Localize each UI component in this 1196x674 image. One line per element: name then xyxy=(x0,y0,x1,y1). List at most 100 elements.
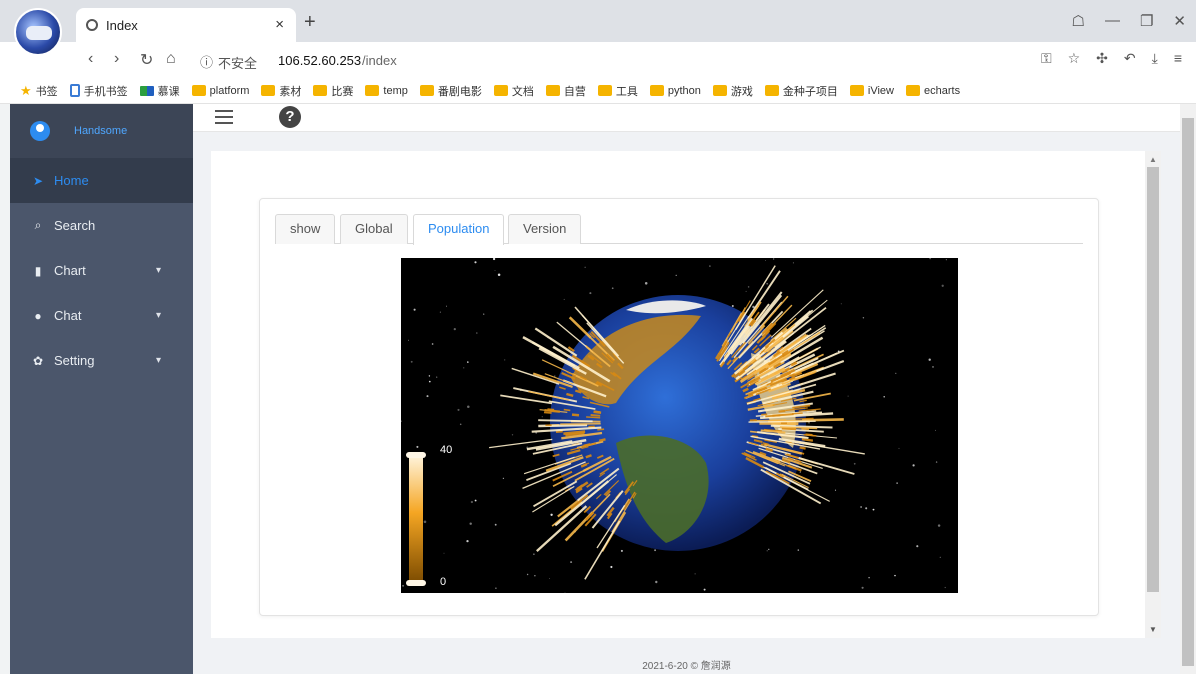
undo-icon[interactable]: ↶ xyxy=(1124,50,1136,67)
sidebar-item-chart[interactable]: ▮ Chart ▾ xyxy=(10,248,193,293)
content-scrollbar[interactable]: ▲ ▼ xyxy=(1145,151,1161,638)
page-scrollbar[interactable] xyxy=(1180,104,1196,674)
chevron-down-icon: ▾ xyxy=(155,310,161,321)
bookmark-item[interactable]: iView xyxy=(849,85,894,97)
star-dot xyxy=(766,282,769,285)
tab-global[interactable]: Global xyxy=(340,214,408,244)
population-globe[interactable]: 40 0 xyxy=(401,258,958,593)
key-icon[interactable]: ⚿ xyxy=(1041,50,1052,67)
star-dot xyxy=(413,308,416,311)
tab-bar: show Global Population Version xyxy=(275,214,1083,245)
page-scroll-thumb[interactable] xyxy=(1182,118,1194,666)
bookmark-item[interactable]: 自营 xyxy=(545,83,586,99)
new-tab-button[interactable]: + xyxy=(304,12,316,32)
bookmark-item[interactable]: ★ 书签 xyxy=(20,83,58,99)
star-dot xyxy=(847,395,849,397)
hamburger-menu-icon[interactable] xyxy=(215,110,233,128)
population-spike xyxy=(781,427,797,431)
sidebar-item-label: Home xyxy=(54,173,89,188)
sidebar-item-label: Chat xyxy=(54,308,82,323)
gear-icon: ✿ xyxy=(32,353,44,368)
population-spike xyxy=(571,413,580,417)
population-spike xyxy=(584,520,621,580)
user-name: Handsome xyxy=(74,125,128,137)
home-icon[interactable]: ⌂ xyxy=(166,50,176,68)
star-dot xyxy=(731,304,734,308)
scroll-down-icon[interactable]: ▼ xyxy=(1149,625,1157,634)
bookmark-item[interactable]: 工具 xyxy=(597,83,638,99)
sidebar-item-chat[interactable]: ● Chat ▾ xyxy=(10,293,193,338)
star-dot xyxy=(895,372,897,375)
scroll-up-icon[interactable]: ▲ xyxy=(1149,155,1157,164)
star-dot xyxy=(766,550,768,552)
bookmark-item[interactable]: 比赛 xyxy=(313,83,353,99)
tab-show[interactable]: show xyxy=(275,214,336,244)
sidebar-user[interactable]: Handsome xyxy=(10,104,193,158)
skin-icon[interactable]: ☖ xyxy=(1072,12,1085,30)
address-bar[interactable]: ⓘ 不安全 106.52.60.253 /index xyxy=(196,47,996,75)
scroll-thumb[interactable] xyxy=(1147,167,1159,592)
population-spike xyxy=(538,419,593,423)
browser-tab[interactable]: Index × xyxy=(76,8,296,42)
population-spike xyxy=(500,394,553,405)
info-icon[interactable]: ⓘ xyxy=(200,52,213,71)
bar-chart-icon: ▮ xyxy=(34,263,42,278)
close-window-icon[interactable]: ✕ xyxy=(1173,12,1186,30)
star-dot xyxy=(497,273,501,277)
bookmark-item[interactable]: platform xyxy=(191,85,249,97)
star-dot xyxy=(799,471,801,473)
reload-icon[interactable]: ↻ xyxy=(140,50,153,70)
forward-icon[interactable]: › xyxy=(114,50,119,68)
star-dot xyxy=(584,266,586,268)
star-dot xyxy=(502,477,505,479)
folder-icon xyxy=(906,85,920,96)
bookmark-item[interactable]: 番剧电影 xyxy=(419,83,482,99)
bookmark-item[interactable]: 手机书签 xyxy=(69,83,128,99)
close-tab-icon[interactable]: × xyxy=(275,16,284,33)
bookmark-item[interactable]: python xyxy=(649,85,701,97)
browser-profile-avatar[interactable] xyxy=(14,8,62,56)
bookmark-item[interactable]: 素材 xyxy=(261,83,301,99)
help-icon[interactable]: ? xyxy=(279,106,301,128)
star-dot xyxy=(466,539,469,543)
extensions-icon[interactable]: ✣ xyxy=(1096,50,1108,67)
star-dot xyxy=(469,522,472,525)
star-dot xyxy=(862,317,865,319)
star-dot xyxy=(703,588,706,591)
star-icon: ★ xyxy=(20,82,32,98)
sidebar-item-setting[interactable]: ✿ Setting ▾ xyxy=(10,338,193,383)
star-dot xyxy=(402,584,405,587)
star-dot xyxy=(467,361,469,363)
tab-population[interactable]: Population xyxy=(413,214,505,245)
minimize-icon[interactable]: — xyxy=(1105,12,1120,30)
sidebar-item-search[interactable]: ⌕ Search xyxy=(10,203,193,248)
star-dot xyxy=(470,500,474,504)
star-dot xyxy=(939,556,941,558)
folder-icon xyxy=(764,85,779,96)
star-dot xyxy=(932,366,934,368)
bookmark-item[interactable]: echarts xyxy=(906,85,960,97)
back-icon[interactable]: ‹ xyxy=(88,50,93,68)
bookmark-item[interactable]: 游戏 xyxy=(712,83,753,99)
bookmark-star-icon[interactable]: ☆ xyxy=(1068,50,1081,67)
bookmark-item[interactable]: 慕课 xyxy=(139,83,180,99)
sidebar-item-home[interactable]: ➤ Home xyxy=(10,158,193,203)
star-dot xyxy=(620,549,623,552)
security-label: 不安全 xyxy=(218,56,258,71)
star-dot xyxy=(898,447,900,449)
bookmark-item[interactable]: 文档 xyxy=(493,83,534,99)
visual-map-bar xyxy=(409,454,423,584)
download-icon[interactable]: ⤓ xyxy=(1152,50,1158,67)
star-dot xyxy=(439,311,441,313)
star-dot xyxy=(407,339,410,341)
population-spike xyxy=(598,438,606,443)
tab-version[interactable]: Version xyxy=(508,214,582,244)
bookmark-item[interactable]: temp xyxy=(365,85,408,97)
population-spike xyxy=(761,413,768,416)
visual-map-max-label: 40 xyxy=(440,444,453,456)
visual-map-min-label: 0 xyxy=(440,576,447,588)
restore-icon[interactable]: ❐ xyxy=(1140,12,1153,30)
bookmark-item[interactable]: 金种子项目 xyxy=(764,83,838,99)
mobile-icon xyxy=(69,84,80,97)
menu-icon[interactable]: ≡ xyxy=(1174,50,1182,67)
